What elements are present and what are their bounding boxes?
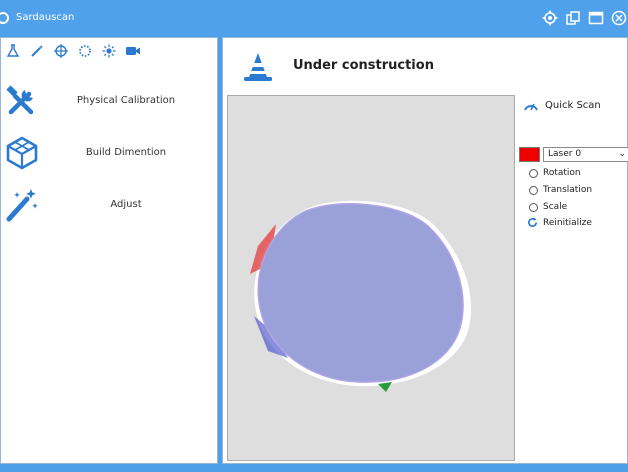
scan-render (250, 200, 472, 392)
dotted-circle-icon[interactable] (73, 43, 97, 59)
main-panel: Under construction Quick Scan Laser 0 ⌄ … (222, 37, 628, 464)
reinitialize-label: Reinitialize (543, 217, 592, 228)
scale-radio[interactable]: Scale (529, 202, 567, 212)
camera-icon[interactable] (121, 43, 145, 59)
nav-adjust[interactable]: Adjust (1, 186, 219, 230)
nav-label: Adjust (110, 199, 142, 210)
radio-label: Scale (543, 202, 568, 212)
status-bar (0, 464, 628, 472)
radio-circle[interactable] (529, 168, 538, 178)
quick-scan-button[interactable]: Quick Scan (523, 99, 601, 111)
window-icon[interactable] (587, 9, 605, 27)
chevron-down-icon: ⌄ (618, 149, 626, 159)
tools-icon (3, 82, 41, 120)
copy-icon[interactable] (564, 9, 582, 27)
laser-select[interactable]: Laser 0 ⌄ (543, 147, 628, 162)
side-controls: Quick Scan Laser 0 ⌄ Rotation Translatio… (519, 95, 628, 295)
wand-icon[interactable] (25, 43, 49, 59)
magic-wand-icon (3, 186, 41, 224)
scan-viewport[interactable] (227, 95, 515, 461)
radio-label: Translation (543, 185, 593, 195)
gauge-icon (524, 103, 538, 111)
laser-color-swatch[interactable] (519, 147, 540, 162)
traffic-cone-icon (243, 51, 273, 83)
quick-scan-label: Quick Scan (545, 99, 601, 111)
page-title: Under construction (293, 58, 434, 73)
nav-label: Build Dimention (85, 147, 167, 158)
refresh-icon (528, 217, 537, 227)
app-title: Sardauscan (16, 12, 75, 23)
laser-select-value: Laser 0 (548, 149, 582, 159)
nav-physical-calibration[interactable]: Physical Calibration (1, 82, 219, 126)
toolbar (1, 43, 145, 59)
radio-circle[interactable] (529, 202, 538, 212)
title-bar: Sardauscan (0, 0, 628, 36)
sun-icon[interactable] (97, 43, 121, 59)
radio-circle[interactable] (529, 185, 538, 195)
target-icon[interactable] (49, 43, 73, 59)
nav-build-dimention[interactable]: Build Dimention (1, 134, 219, 178)
left-panel: Physical Calibration Build Dimention Adj… (0, 37, 218, 464)
close-icon[interactable] (610, 9, 628, 27)
radio-label: Rotation (543, 168, 581, 178)
cube-icon (3, 134, 41, 172)
translation-radio[interactable]: Translation (529, 185, 592, 195)
rotation-radio[interactable]: Rotation (529, 168, 581, 178)
settings-icon[interactable] (541, 9, 559, 27)
app-logo-icon (0, 12, 9, 24)
flask-icon[interactable] (1, 43, 25, 59)
nav-label: Physical Calibration (76, 95, 176, 106)
reinitialize-button[interactable]: Reinitialize (527, 217, 592, 228)
